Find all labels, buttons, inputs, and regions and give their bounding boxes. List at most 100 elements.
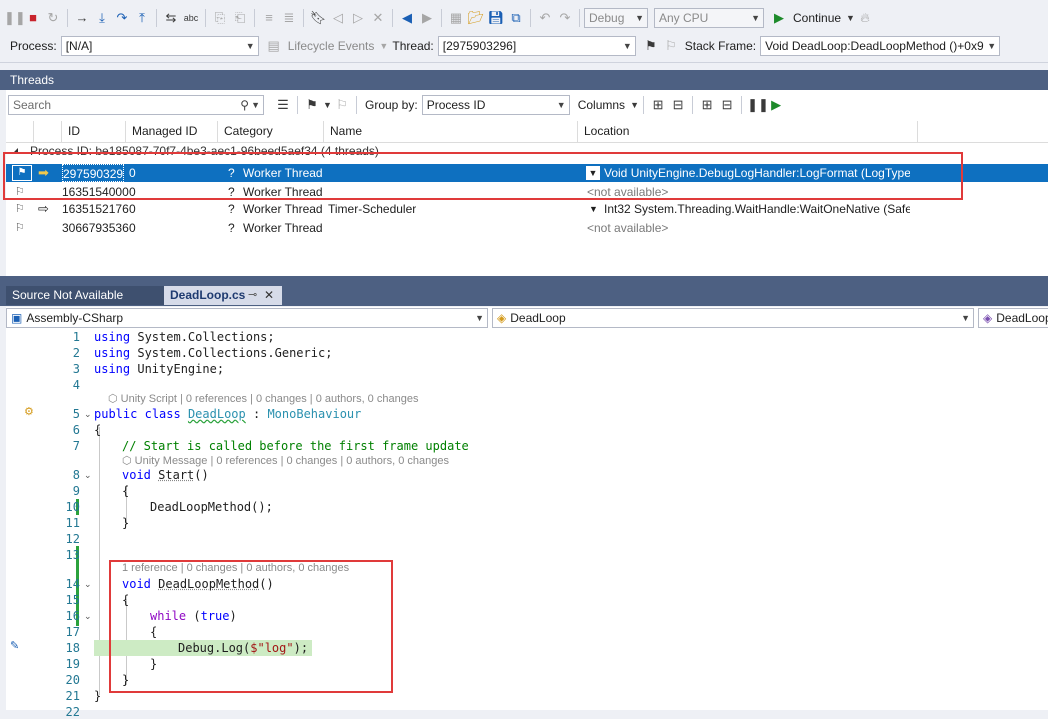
document-tab-strip: Source Not Available DeadLoop.cs ⊸ ✕ — [0, 286, 1048, 306]
chevron-down-icon[interactable]: ▼ — [589, 200, 598, 218]
fold-toggle-icon[interactable]: ⌄ — [84, 470, 94, 481]
separator — [156, 9, 157, 27]
thread-arrow-icon: ⇨ — [38, 201, 49, 216]
fold-toggle-icon[interactable]: ⌄ — [84, 579, 94, 590]
current-statement-icon[interactable]: ✎ — [10, 639, 19, 652]
codelens-start[interactable]: ⬡ Unity Message | 0 references | 0 chang… — [122, 454, 449, 467]
unity-script-icon[interactable]: ⚙ — [24, 405, 34, 418]
tab-source-not-available[interactable]: Source Not Available — [6, 286, 164, 305]
annotation-highlight-box — [3, 152, 963, 200]
navigate-back-icon[interactable]: ◀ — [398, 9, 416, 27]
solution-config-select[interactable]: Debug ▼ — [584, 8, 648, 28]
freeze-threads-icon[interactable]: ❚❚ — [747, 96, 769, 114]
stop-icon[interactable]: ■ — [24, 9, 42, 27]
expand-callstacks-icon[interactable]: ☰ — [274, 96, 292, 114]
uncomment-icon[interactable]: ⎗ — [231, 9, 249, 27]
column-header-managed-id[interactable]: Managed ID — [126, 121, 218, 142]
line-number: 3 — [72, 362, 80, 376]
class-icon: ◈ — [497, 311, 507, 325]
pin-icon[interactable]: ⊸ — [248, 286, 257, 305]
chevron-down-icon[interactable]: ▼ — [323, 96, 332, 114]
flag-column-header[interactable] — [6, 121, 34, 142]
indent-icon[interactable]: ≡ — [260, 9, 278, 27]
expand-all-icon[interactable]: ⊞ — [698, 96, 716, 114]
next-bookmark-icon[interactable]: ▷ — [349, 9, 367, 27]
code-line: DeadLoopMethod(); — [150, 500, 273, 514]
show-next-statement-icon[interactable]: → — [73, 9, 91, 27]
threads-search-input[interactable]: Search ⚲ ▼ — [8, 95, 264, 115]
chevron-down-icon[interactable]: ▼ — [846, 9, 855, 27]
group-by-select[interactable]: Process ID ▼ — [421, 95, 570, 115]
comment-icon[interactable]: ⎘ — [211, 9, 229, 27]
column-header-name[interactable]: Name — [324, 121, 578, 142]
spell-check-icon[interactable]: abc — [182, 9, 200, 27]
restart-icon[interactable]: ↻ — [44, 9, 62, 27]
current-column-header[interactable] — [34, 121, 62, 142]
thread-select[interactable]: [2975903296] ▼ — [437, 36, 636, 56]
type-select[interactable]: ◈ DeadLoop ▼ — [492, 308, 974, 328]
flag-icon[interactable]: ⚐ — [15, 200, 25, 218]
line-number: 20 — [65, 673, 80, 687]
close-icon[interactable]: ✕ — [264, 286, 274, 305]
continue-button[interactable]: Continue — [793, 11, 841, 25]
thread-row[interactable]: ⚐ ⇨ 1635152176 0 ? Worker Thread Timer-S… — [6, 200, 1048, 218]
stack-frame-select[interactable]: Void DeadLoop:DeadLoopMethod ()+0x9 ▼ — [760, 36, 1001, 56]
panel-splitter[interactable] — [0, 276, 1048, 286]
step-over-icon[interactable]: ↷ — [113, 9, 131, 27]
column-header-category[interactable]: Category — [218, 121, 324, 142]
code-line: void Start() — [122, 468, 209, 482]
line-number: 7 — [72, 439, 80, 453]
save-all-icon[interactable]: ⧉ — [507, 9, 525, 27]
clear-bookmarks-icon[interactable]: ✕ — [369, 9, 387, 27]
flag-only-icon[interactable]: ⚐ — [333, 96, 351, 114]
new-project-icon[interactable]: ▦ — [447, 9, 465, 27]
flag-threads-icon[interactable]: ⚐ — [662, 37, 680, 55]
toolbar-row-1: ❚❚ ■ ↻ → ⤓ ↷ ⤒ ⇆ abc ⎘ ⎗ ≡ ≣ 🔖︎ ◁ ▷ ✕ ◀ … — [0, 4, 1048, 32]
collapse-all-icon[interactable]: ⊟ — [718, 96, 736, 114]
line-number: 22 — [65, 705, 80, 719]
column-header-location[interactable]: Location — [578, 121, 918, 142]
fold-toggle-icon[interactable]: ⌄ — [84, 409, 94, 420]
hot-reload-icon[interactable]: 🔥︎ — [856, 9, 874, 27]
code-line: } — [122, 516, 130, 530]
step-into-icon[interactable]: ⤓ — [93, 9, 111, 27]
undo-icon[interactable]: ↶ — [536, 9, 554, 27]
codelens-class[interactable]: ⬡ Unity Script | 0 references | 0 change… — [108, 392, 418, 405]
navigate-forward-icon[interactable]: ▶ — [418, 9, 436, 27]
line-number: 2 — [72, 346, 80, 360]
member-select[interactable]: ◈ DeadLoop — [978, 308, 1048, 328]
prev-bookmark-icon[interactable]: ◁ — [329, 9, 347, 27]
column-header-id[interactable]: ID — [62, 121, 126, 142]
fold-toggle-icon[interactable]: ⌄ — [84, 611, 94, 622]
collapse-groups-icon[interactable]: ⊟ — [669, 96, 687, 114]
break-all-icon[interactable]: ❚❚ — [4, 9, 26, 27]
thaw-threads-icon[interactable]: ▶ — [767, 96, 785, 114]
step-out-icon[interactable]: ⤒ — [133, 9, 151, 27]
save-icon[interactable]: 💾︎ — [487, 9, 505, 27]
flag-icon[interactable]: ⚑ — [642, 37, 660, 55]
bookmark-icon[interactable]: 🔖︎ — [309, 9, 327, 27]
flag-icon[interactable]: ⚐ — [15, 219, 25, 237]
expand-groups-icon[interactable]: ⊞ — [649, 96, 667, 114]
threads-column-headers: ID Managed ID Category Name Location — [6, 121, 1048, 143]
thread-id: 1635152176 — [62, 202, 129, 216]
line-number: 21 — [65, 689, 80, 703]
line-number: 19 — [65, 657, 80, 671]
code-editor[interactable]: ⚙ ✎ 1 2 3 4 5 6 7 8 9 10 11 12 13 14 15 … — [6, 329, 1048, 719]
flag-icon[interactable]: ⚑ — [303, 96, 321, 114]
open-folder-icon[interactable]: 📂︎ — [467, 9, 485, 27]
thread-row[interactable]: ⚐ 3066793536 0 ? Worker Thread <not avai… — [6, 219, 1048, 237]
hex-display-icon[interactable]: ⇆ — [162, 9, 180, 27]
columns-button[interactable]: Columns — [578, 98, 625, 112]
process-select[interactable]: [N/A] ▼ — [60, 36, 259, 56]
redo-icon[interactable]: ↷ — [556, 9, 574, 27]
tab-deadloop-cs[interactable]: DeadLoop.cs ⊸ ✕ — [164, 286, 282, 305]
project-select[interactable]: ▣ Assembly-CSharp ▼ — [6, 308, 488, 328]
stack-frame-label: Stack Frame: — [684, 39, 757, 53]
chevron-down-icon[interactable]: ▼ — [379, 37, 388, 55]
outdent-icon[interactable]: ≣ — [280, 9, 298, 27]
continue-play-icon[interactable]: ▶ — [770, 9, 788, 27]
chevron-down-icon[interactable]: ▼ — [630, 96, 639, 114]
solution-platform-select[interactable]: Any CPU ▼ — [654, 8, 764, 28]
lifecycle-events-label[interactable]: Lifecycle Events — [288, 39, 375, 53]
